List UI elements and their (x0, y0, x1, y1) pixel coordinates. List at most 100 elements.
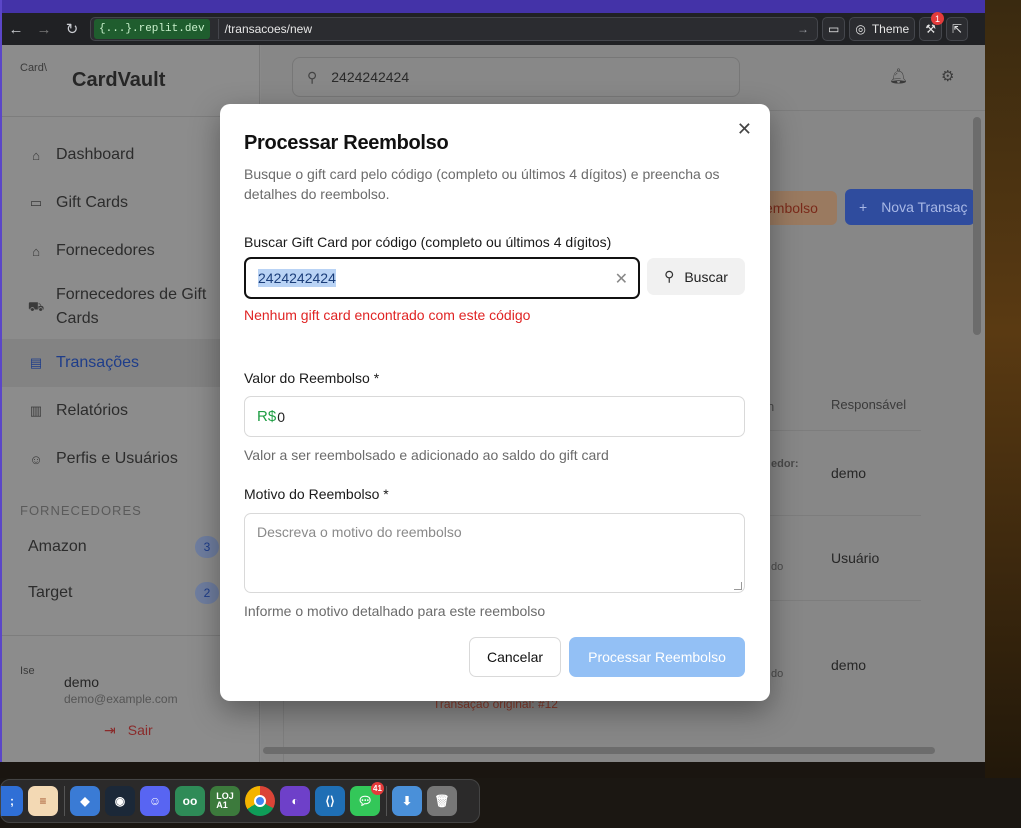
resize-handle-icon[interactable] (734, 582, 742, 590)
sidebar-item-label: Relatórios (56, 402, 129, 419)
search-button[interactable]: ⚲ Buscar (647, 258, 745, 295)
refund-dialog: ✕ Processar Reembolso Busque o gift card… (220, 104, 770, 701)
downloads-icon[interactable]: ⬇ (392, 786, 422, 816)
search-icon: ⚲ (307, 68, 318, 85)
url-host: {...}.replit.dev (94, 19, 210, 39)
reason-hint: Informe o motivo detalhado para este ree… (244, 603, 546, 619)
trash-icon[interactable]: 🗑︎ (427, 786, 457, 816)
reason-textarea[interactable]: Descreva o motivo do reembolso (244, 513, 745, 593)
discord-icon[interactable]: ☺ (140, 786, 170, 816)
avatar: Ise (20, 666, 35, 677)
user-name: demo (64, 674, 100, 690)
refund-button[interactable]: embolso (761, 191, 837, 225)
top-bar: ⚲ 2424242424 🔔︎ ⚙ (261, 45, 985, 111)
forward-icon[interactable]: → (30, 15, 58, 43)
error-message: Nenhum gift card encontrado com este cód… (244, 307, 531, 323)
column-header-responsavel: Responsável (831, 397, 907, 412)
go-arrow-icon[interactable]: → (797, 22, 809, 36)
new-transaction-button[interactable]: + Nova Transaç (845, 189, 975, 225)
reason-label: Motivo do Reembolso * (244, 486, 389, 502)
open-external-icon[interactable]: ⇱ (945, 17, 969, 41)
close-icon[interactable]: ✕ (737, 120, 752, 138)
devices-icon[interactable]: ▭ (822, 17, 846, 41)
address-bar[interactable]: {...}.replit.dev /transacoes/new → (90, 17, 818, 41)
cell-partial: edor: (771, 458, 799, 470)
cell-responsavel: demo (831, 465, 867, 481)
bell-icon[interactable]: 🔔︎ (889, 67, 908, 85)
header-search-value: 2424242424 (331, 69, 410, 85)
supplier-count-badge: 3 (195, 536, 219, 558)
back-icon[interactable]: ← (2, 15, 30, 43)
cell-partial: do (771, 561, 784, 573)
browser-window: ← → ↻ {...}.replit.dev /transacoes/new →… (0, 0, 985, 762)
loja-icon[interactable]: LOJ A1 (210, 786, 240, 816)
reload-icon[interactable]: ↻ (58, 15, 86, 43)
palette-icon: ◎ (855, 22, 866, 36)
plus-icon: + (859, 199, 868, 215)
currency-prefix: R$ (257, 408, 277, 425)
dialog-title: Processar Reembolso (244, 132, 449, 154)
gear-icon[interactable]: ⚙ (941, 67, 954, 85)
process-refund-button[interactable]: Processar Reembolso (569, 637, 745, 677)
amount-input[interactable]: R$ 0 (244, 396, 745, 437)
new-transaction-label: Nova Transaç (881, 199, 968, 215)
chrome-icon[interactable] (245, 786, 275, 816)
amount-label: Valor do Reembolso * (244, 370, 380, 386)
browser-toolbar: ← → ↻ {...}.replit.dev /transacoes/new →… (2, 12, 985, 45)
logout-label: Sair (127, 722, 153, 738)
goodreads-icon[interactable]: oo (175, 786, 205, 816)
brand[interactable]: Card\ CardVault (2, 45, 259, 117)
logo-image: Card\ (20, 61, 47, 74)
desktop-background (985, 0, 1021, 828)
supplier-name: Amazon (28, 538, 87, 555)
cell-partial: do (771, 668, 784, 680)
logout-button[interactable]: ⇥ Sair (104, 722, 153, 739)
clear-icon[interactable]: ✕ (615, 269, 628, 289)
tools-button[interactable]: ⚒ 1 (919, 12, 944, 41)
sidebar-item-label: Perfis e Usuários (56, 450, 178, 467)
refund-button-label: embolso (765, 200, 818, 216)
theme-button[interactable]: ◎ Theme (849, 17, 916, 41)
vscode-icon[interactable]: ⟨⟩ (315, 786, 345, 816)
horizontal-scrollbar[interactable] (263, 747, 935, 754)
sidebar-item-label: Fornecedores de Gift Cards (56, 286, 207, 327)
sidebar-item-label: Transações (56, 354, 139, 371)
receipt-icon: ▤ (29, 355, 43, 370)
home-icon: ⌂ (32, 147, 40, 163)
github-icon[interactable]: ◐ (280, 786, 310, 816)
finder-icon[interactable]: ; (1, 786, 23, 816)
supplier-count-badge: 2 (195, 582, 219, 604)
chart-icon: ▥ (29, 403, 43, 418)
vertical-scrollbar[interactable] (973, 117, 981, 335)
logout-icon: ⇥ (104, 722, 116, 738)
theme-label: Theme (871, 22, 910, 36)
amount-value: 0 (277, 408, 285, 425)
cell-responsavel: Usuário (831, 550, 880, 566)
cancel-button[interactable]: Cancelar (469, 637, 561, 677)
window-titlebar (2, 0, 985, 13)
brand-name: CardVault (72, 69, 166, 91)
users-icon: ☺ (29, 451, 43, 467)
sidebar-item-label: Gift Cards (56, 194, 129, 211)
search-button-label: Buscar (684, 268, 728, 285)
sidebar-item-label: Fornecedores (56, 242, 155, 259)
gift-card-code-value: 2424242424 (258, 269, 336, 287)
steam-icon[interactable]: ◉ (105, 786, 135, 816)
user-email: demo@example.com (64, 692, 178, 706)
messages-icon[interactable]: 💬︎ 41 (350, 782, 384, 816)
dock-separator (64, 786, 65, 816)
search-icon: ⚲ (664, 268, 675, 284)
cell-responsavel: demo (831, 657, 867, 673)
dock: ; ≡ ◆ ◉ ☺ oo LOJ A1 ◐ ⟨⟩ 💬︎ 41 ⬇ 🗑︎ (0, 779, 480, 823)
store-icon: ⌂ (32, 243, 40, 259)
gift-card-code-input[interactable]: 2424242424 ✕ (244, 257, 640, 299)
notification-badge: 1 (930, 12, 944, 25)
notes-icon[interactable]: ≡ (28, 786, 58, 816)
messages-badge: 41 (371, 782, 384, 795)
cart-icon: ⛟ (27, 299, 45, 314)
card-icon: ▭ (29, 195, 43, 210)
appstore-icon[interactable]: ◆ (70, 786, 100, 816)
header-search-input[interactable]: ⚲ 2424242424 (292, 57, 740, 97)
amount-hint: Valor a ser reembolsado e adicionado ao … (244, 447, 609, 463)
dock-separator (386, 786, 387, 816)
